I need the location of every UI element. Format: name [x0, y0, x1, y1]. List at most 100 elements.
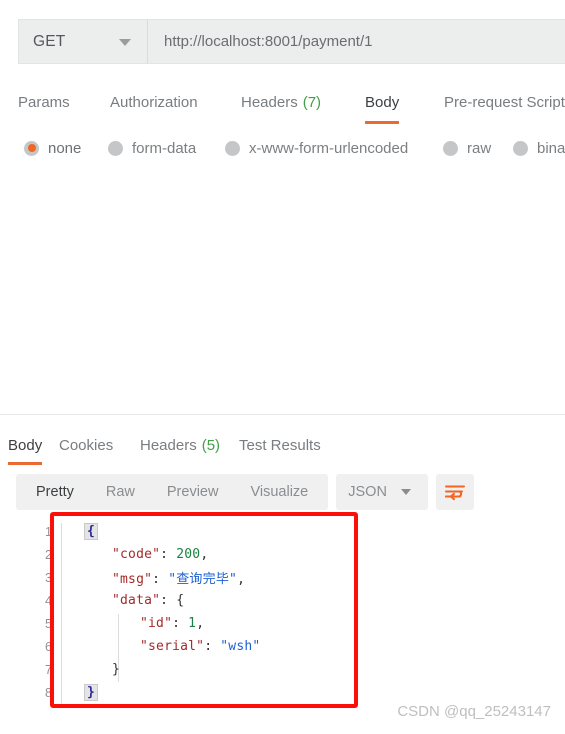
json-token: "查询完毕": [168, 572, 238, 587]
view-mode-pretty[interactable]: Pretty: [20, 474, 90, 510]
json-token: "id": [140, 616, 173, 631]
json-token: :: [160, 547, 177, 562]
radio-button-icon: [108, 140, 123, 156]
json-token: :: [204, 639, 221, 654]
json-token: 200: [176, 547, 201, 562]
chevron-down-icon: [400, 489, 411, 495]
request-tabs: Params Authorization Headers (7) Body Pre-req…: [0, 82, 565, 124]
json-line-content: "serial": "wsh": [62, 639, 260, 654]
json-token: : {: [160, 593, 185, 608]
body-type-radio-form-data[interactable]: form-data: [108, 140, 196, 157]
radio-label: none: [48, 139, 82, 157]
json-token: "wsh": [220, 639, 261, 654]
word-wrap-icon: [445, 485, 466, 500]
view-mode-raw[interactable]: Raw: [90, 474, 151, 510]
radio-label: raw: [467, 139, 492, 157]
json-line: 4 "data": {: [40, 589, 460, 612]
response-toolbar: Pretty Raw Preview Visualize JSON: [16, 474, 475, 510]
url-text: http://localhost:8001/payment/1: [164, 33, 373, 50]
line-number: 4: [45, 593, 52, 608]
json-line: 8}: [40, 681, 460, 704]
radio-button-icon: [24, 140, 39, 156]
body-type-radio-binary[interactable]: binary: [513, 140, 565, 157]
radio-label: x-www-form-urlencoded: [249, 139, 409, 157]
request-tab-pre-request-script[interactable]: Pre-request Script: [444, 82, 565, 122]
radio-button-icon: [513, 140, 528, 156]
json-line: 6 "serial": "wsh": [40, 635, 460, 658]
json-line-content: }: [62, 662, 120, 677]
watermark: CSDN @qq_25243147: [397, 703, 551, 720]
radio-label: form-data: [132, 139, 197, 157]
json-line: 3 "msg": "查询完毕",: [40, 566, 460, 589]
chevron-down-icon: [119, 38, 131, 46]
json-token: "code": [112, 547, 161, 562]
line-number: 6: [45, 639, 52, 654]
pane-divider: [0, 414, 565, 415]
json-token: "msg": [112, 572, 153, 587]
tab-label: Authorization: [110, 93, 198, 111]
radio-button-icon: [225, 140, 240, 156]
json-line: 5 "id": 1,: [40, 612, 460, 635]
json-token: ,: [200, 547, 209, 562]
json-line-content: "code": 200,: [62, 547, 208, 562]
json-token: "serial": [140, 639, 205, 654]
tab-label: Headers: [241, 93, 298, 111]
response-format-label: JSON: [348, 484, 387, 500]
response-tab-headers[interactable]: Headers (5): [140, 425, 220, 465]
body-type-radio-raw[interactable]: raw: [443, 140, 491, 157]
tab-count: (5): [201, 436, 221, 454]
tab-label: Headers: [140, 436, 197, 454]
request-tab-headers[interactable]: Headers (7): [241, 82, 321, 122]
response-body-json[interactable]: 1{2 "code": 200, 3 "msg": "查询完毕", 4 "data": {…: [40, 520, 460, 710]
json-line-content: {: [62, 523, 99, 540]
body-type-radio-none[interactable]: none: [24, 140, 81, 157]
json-token: 1: [188, 616, 197, 631]
response-tab-body[interactable]: Body: [8, 425, 43, 465]
line-number: 5: [45, 616, 52, 631]
radio-button-icon: [443, 140, 458, 156]
active-tab-underline: [365, 121, 400, 124]
line-number: 3: [45, 570, 52, 585]
http-method-label: GET: [33, 32, 66, 50]
radio-label: binary: [537, 139, 565, 157]
word-wrap-button[interactable]: [436, 474, 475, 510]
json-token: "data": [112, 593, 161, 608]
line-number: 1: [45, 524, 52, 539]
postman-window: GET http://localhost:8001/payment/1 Para…: [0, 0, 565, 734]
url-input[interactable]: http://localhost:8001/payment/1: [148, 19, 565, 64]
request-tab-body[interactable]: Body: [365, 82, 400, 124]
json-token: {: [84, 523, 99, 540]
request-tab-authorization[interactable]: Authorization: [110, 82, 198, 122]
response-tab-cookies[interactable]: Cookies: [59, 425, 113, 465]
json-line-content: "id": 1,: [62, 616, 204, 631]
tab-count: (7): [302, 93, 322, 111]
json-token: }: [84, 684, 99, 701]
tab-label: Cookies: [59, 436, 114, 454]
response-format-dropdown[interactable]: JSON: [336, 474, 429, 510]
view-mode-visualize[interactable]: Visualize: [234, 474, 324, 510]
body-type-radio-group: none form-data x-www-form-urlencoded raw bin…: [0, 131, 565, 165]
tab-label: Test Results: [239, 436, 321, 454]
json-line: 1{: [40, 520, 460, 543]
line-number: 7: [45, 662, 52, 677]
json-line-content: "msg": "查询完毕",: [62, 568, 245, 587]
request-tab-params[interactable]: Params: [18, 82, 70, 122]
line-number: 2: [45, 547, 52, 562]
json-line-content: "data": {: [62, 593, 184, 608]
view-mode-preview[interactable]: Preview: [151, 474, 235, 510]
line-number: 8: [45, 685, 52, 700]
http-method-dropdown[interactable]: GET: [18, 19, 148, 64]
tab-label: Body: [8, 436, 43, 454]
response-tab-test-results[interactable]: Test Results: [239, 425, 321, 465]
active-tab-underline: [8, 462, 43, 465]
response-tabs: Body Cookies Headers (5) Test Results: [0, 425, 565, 465]
json-token: }: [112, 662, 121, 677]
body-type-radio-x-www-form-urlencoded[interactable]: x-www-form-urlencoded: [225, 140, 408, 157]
json-line: 7}: [40, 658, 460, 681]
request-url-bar: GET http://localhost:8001/payment/1: [18, 19, 565, 64]
view-mode-group: Pretty Raw Preview Visualize: [16, 474, 329, 510]
json-line-content: }: [62, 684, 99, 701]
tab-label: Body: [365, 93, 400, 111]
json-token: ,: [237, 572, 246, 587]
json-token: :: [172, 616, 189, 631]
